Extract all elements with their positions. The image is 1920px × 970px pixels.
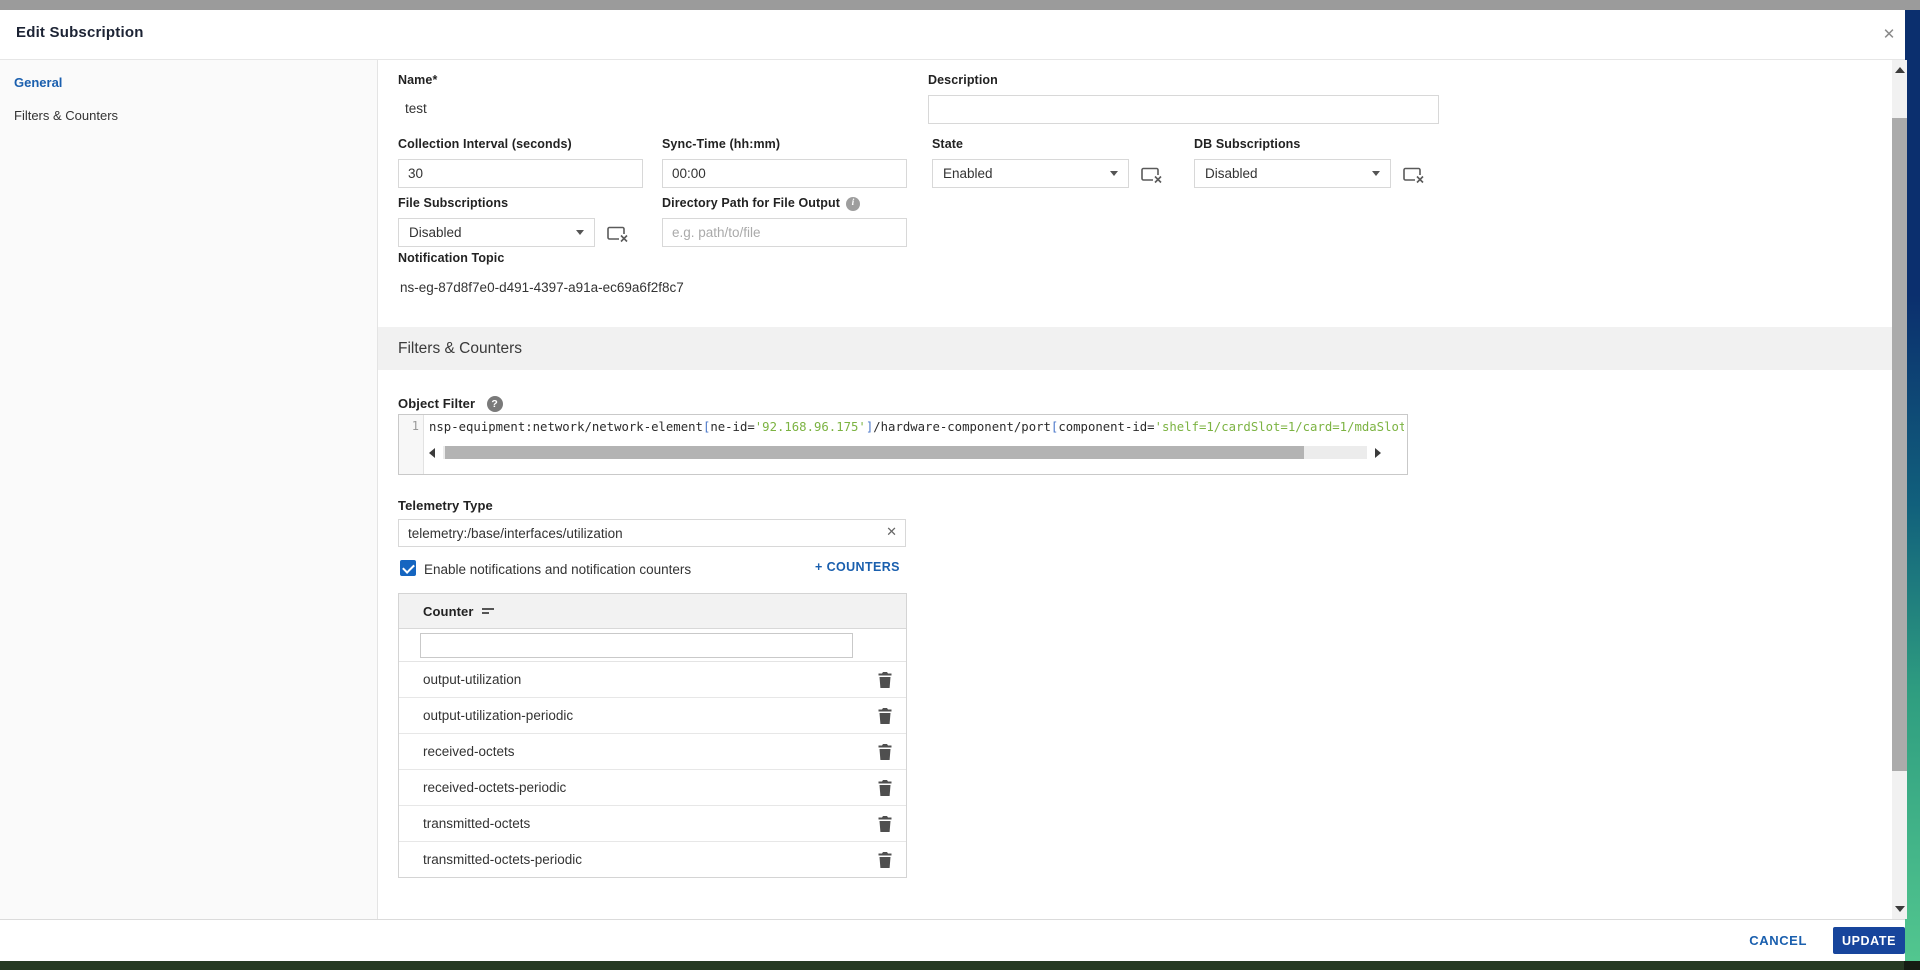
directory-path-label: Directory Path for File Outputi bbox=[662, 196, 907, 211]
background-page-edge bbox=[1905, 10, 1920, 961]
table-row[interactable]: output-utilization bbox=[399, 662, 906, 698]
counter-filter-input[interactable] bbox=[420, 633, 853, 658]
counters-table-header: Counter bbox=[399, 594, 906, 629]
state-field: State Enabled bbox=[932, 137, 1129, 188]
counters-table: Counter output-utilization output-utiliz… bbox=[398, 593, 907, 878]
horizontal-scroll-thumb[interactable] bbox=[445, 446, 1304, 459]
table-row[interactable]: received-octets-periodic bbox=[399, 770, 906, 806]
edit-subscription-modal: Edit Subscription ✕ General Filters & Co… bbox=[0, 10, 1905, 961]
collection-interval-input[interactable] bbox=[398, 159, 643, 188]
scroll-left-icon[interactable] bbox=[425, 444, 439, 461]
scroll-up-icon[interactable] bbox=[1892, 62, 1907, 78]
modal-sidebar: General Filters & Counters bbox=[0, 60, 378, 919]
trash-icon[interactable] bbox=[878, 780, 892, 796]
collection-interval-field: Collection Interval (seconds) bbox=[398, 137, 643, 188]
trash-icon[interactable] bbox=[878, 852, 892, 868]
code-line-number-gutter: 1 bbox=[399, 415, 424, 474]
object-filter-label-row: Object Filter ? bbox=[398, 395, 503, 413]
table-row[interactable]: received-octets bbox=[399, 734, 906, 770]
scroll-right-icon[interactable] bbox=[1371, 444, 1385, 461]
modal-header: Edit Subscription ✕ bbox=[0, 10, 1905, 60]
directory-path-field: Directory Path for File Outputi bbox=[662, 196, 907, 247]
name-value: test bbox=[398, 101, 643, 116]
object-filter-code-line[interactable]: nsp-equipment:network/network-element[ne… bbox=[429, 419, 1404, 436]
table-row[interactable]: output-utilization-periodic bbox=[399, 698, 906, 734]
collection-interval-label: Collection Interval (seconds) bbox=[398, 137, 643, 152]
checkmark-icon bbox=[402, 561, 415, 574]
bottom-corner-block bbox=[1904, 961, 1920, 970]
vertical-scroll-thumb[interactable] bbox=[1892, 118, 1907, 771]
trash-icon[interactable] bbox=[878, 708, 892, 724]
file-subscriptions-clear-selection-icon[interactable] bbox=[607, 226, 629, 243]
notification-topic-label: Notification Topic bbox=[398, 251, 998, 266]
chevron-down-icon bbox=[576, 230, 584, 235]
sync-time-label: Sync-Time (hh:mm) bbox=[662, 137, 907, 152]
db-subscriptions-select[interactable]: Disabled bbox=[1194, 159, 1391, 188]
modal-footer: CANCEL UPDATE bbox=[0, 919, 1905, 961]
db-subscriptions-field: DB Subscriptions Disabled bbox=[1194, 137, 1391, 188]
telemetry-type-input[interactable] bbox=[398, 519, 906, 547]
modal-title: Edit Subscription bbox=[16, 24, 144, 41]
state-label: State bbox=[932, 137, 1129, 152]
notification-topic-field: Notification Topic ns-eg-87d8f7e0-d491-4… bbox=[398, 251, 998, 295]
file-subscriptions-label: File Subscriptions bbox=[398, 196, 595, 211]
sidebar-item-filters-counters[interactable]: Filters & Counters bbox=[14, 108, 118, 123]
clear-input-icon[interactable]: ✕ bbox=[886, 524, 897, 540]
object-filter-code-editor[interactable]: 1 nsp-equipment:network/network-element[… bbox=[398, 414, 1408, 475]
chevron-down-icon bbox=[1372, 171, 1380, 176]
close-icon[interactable]: ✕ bbox=[1878, 23, 1900, 45]
horizontal-scroll-track[interactable] bbox=[443, 446, 1367, 459]
sync-time-field: Sync-Time (hh:mm) bbox=[662, 137, 907, 188]
code-horizontal-scrollbar[interactable] bbox=[425, 444, 1385, 461]
description-input[interactable] bbox=[928, 95, 1439, 124]
enable-notifications-label: Enable notifications and notification co… bbox=[424, 562, 691, 577]
info-icon[interactable]: i bbox=[846, 197, 860, 211]
directory-path-input[interactable] bbox=[662, 218, 907, 247]
top-window-strip bbox=[0, 0, 1920, 10]
description-label: Description bbox=[928, 73, 1439, 88]
file-subscriptions-selected-value: Disabled bbox=[409, 225, 462, 240]
telemetry-type-field: ✕ bbox=[398, 519, 906, 547]
add-counters-button[interactable]: + COUNTERS bbox=[815, 560, 900, 574]
name-label: Name* bbox=[398, 73, 643, 88]
state-clear-selection-icon[interactable] bbox=[1141, 167, 1163, 184]
table-row[interactable]: transmitted-octets-periodic bbox=[399, 842, 906, 877]
file-subscriptions-field: File Subscriptions Disabled bbox=[398, 196, 595, 247]
name-field: Name* test bbox=[398, 73, 643, 116]
db-subscriptions-selected-value: Disabled bbox=[1205, 166, 1258, 181]
counter-filter-row bbox=[399, 629, 906, 662]
db-subscriptions-clear-selection-icon[interactable] bbox=[1403, 167, 1425, 184]
state-select[interactable]: Enabled bbox=[932, 159, 1129, 188]
modal-vertical-scrollbar[interactable] bbox=[1892, 60, 1907, 919]
description-field: Description bbox=[928, 73, 1439, 124]
enable-notifications-checkbox[interactable] bbox=[400, 560, 416, 576]
filters-counters-section-header: Filters & Counters bbox=[378, 327, 1892, 370]
db-subscriptions-label: DB Subscriptions bbox=[1194, 137, 1391, 152]
trash-icon[interactable] bbox=[878, 816, 892, 832]
scroll-down-icon[interactable] bbox=[1892, 901, 1907, 917]
sidebar-item-general[interactable]: General bbox=[14, 75, 62, 90]
notification-topic-value: ns-eg-87d8f7e0-d491-4397-a91a-ec69a6f2f8… bbox=[398, 280, 998, 295]
sync-time-input[interactable] bbox=[662, 159, 907, 188]
table-row[interactable]: transmitted-octets bbox=[399, 806, 906, 842]
help-icon[interactable]: ? bbox=[487, 396, 503, 412]
telemetry-type-label: Telemetry Type bbox=[398, 498, 493, 513]
counter-column-header: Counter bbox=[423, 604, 474, 619]
bottom-window-strip bbox=[0, 961, 1920, 970]
trash-icon[interactable] bbox=[878, 744, 892, 760]
object-filter-label: Object Filter bbox=[398, 396, 475, 411]
trash-icon[interactable] bbox=[878, 672, 892, 688]
file-subscriptions-select[interactable]: Disabled bbox=[398, 218, 595, 247]
filter-icon[interactable] bbox=[482, 606, 494, 616]
cancel-button[interactable]: CANCEL bbox=[1749, 933, 1807, 948]
state-selected-value: Enabled bbox=[943, 166, 993, 181]
chevron-down-icon bbox=[1110, 171, 1118, 176]
update-button[interactable]: UPDATE bbox=[1833, 927, 1905, 954]
